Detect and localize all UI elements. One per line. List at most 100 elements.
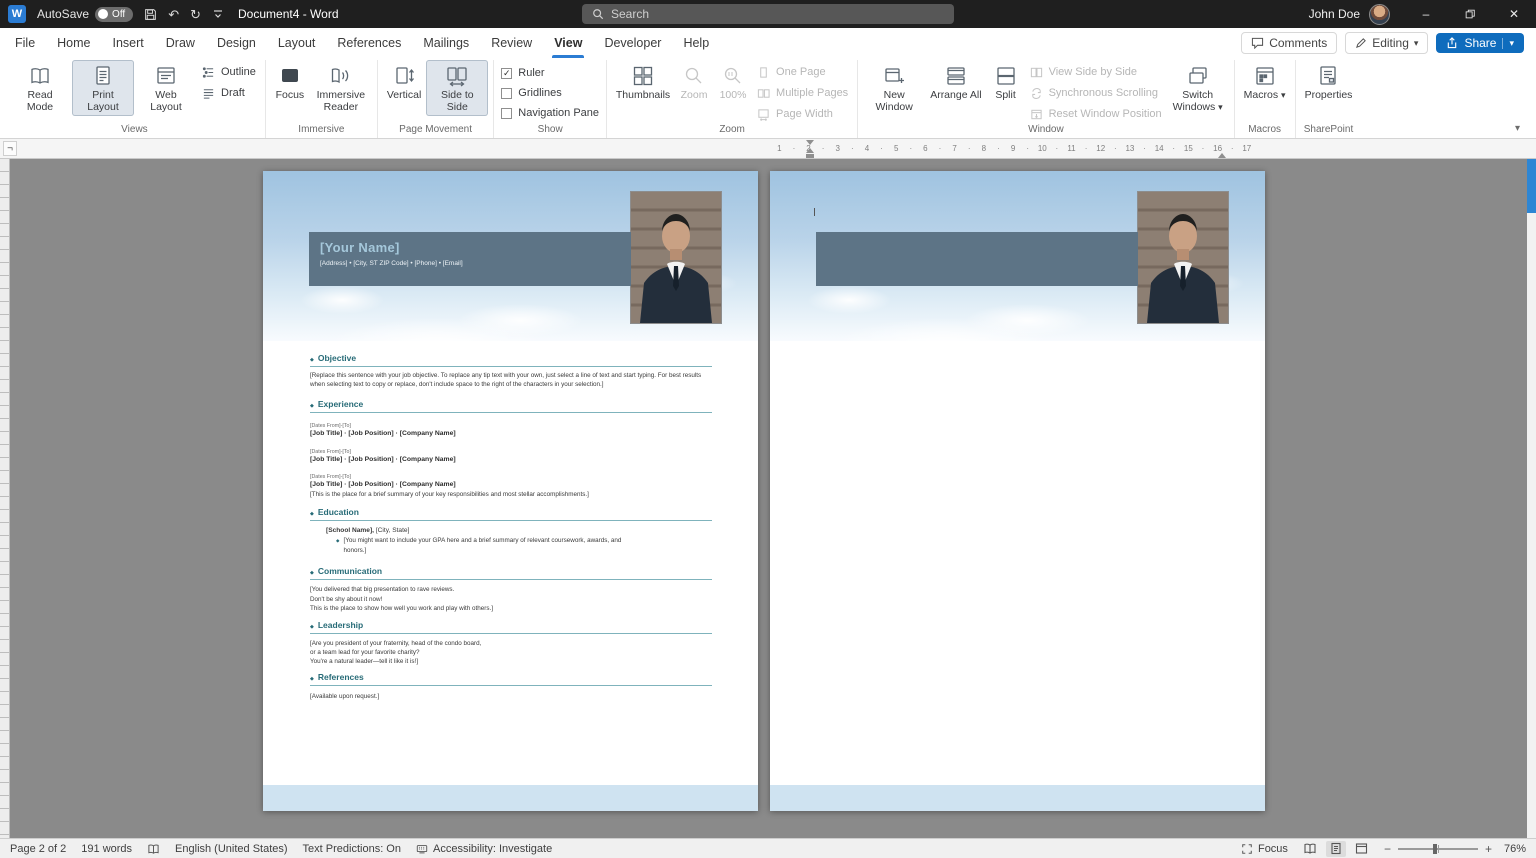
- hanging-indent-marker[interactable]: [806, 148, 814, 153]
- section-experience-heading[interactable]: ◆Experience: [310, 399, 712, 413]
- zoom-out-icon[interactable]: −: [1384, 843, 1391, 855]
- tab-draw[interactable]: Draw: [155, 28, 206, 58]
- word-count[interactable]: 191 words: [81, 843, 132, 855]
- section-objective-heading[interactable]: ◆Objective: [310, 353, 712, 367]
- leadership-text[interactable]: [Are you president of your fraternity, h…: [310, 639, 712, 667]
- tab-developer[interactable]: Developer: [593, 28, 672, 58]
- references-text[interactable]: [Available upon request.]: [310, 692, 712, 701]
- draft-button[interactable]: Draft: [198, 84, 260, 102]
- gridlines-checkbox[interactable]: Gridlines: [499, 86, 601, 100]
- objective-text[interactable]: [Replace this sentence with your job obj…: [310, 371, 712, 390]
- immersive-reader-button[interactable]: Immersive Reader: [310, 60, 372, 116]
- vertical-button[interactable]: Vertical: [383, 60, 425, 104]
- quick-access-menu-icon[interactable]: [212, 8, 224, 20]
- job-title[interactable]: [Job Title] · [Job Position] · [Company …: [310, 430, 712, 437]
- name-banner-empty[interactable]: [816, 232, 1138, 286]
- arrange-all-button[interactable]: Arrange All: [926, 60, 985, 104]
- job-title[interactable]: [Job Title] · [Job Position] · [Company …: [310, 481, 712, 488]
- collapse-ribbon-icon[interactable]: ▾: [1515, 123, 1520, 134]
- side-to-side-button[interactable]: Side to Side: [426, 60, 488, 116]
- resume-contact[interactable]: [Address] • [City, ST ZIP Code] • [Phone…: [320, 260, 620, 267]
- communication-text[interactable]: [You delivered that big presentation to …: [310, 585, 712, 613]
- autosave-toggle[interactable]: AutoSave Off: [37, 7, 133, 22]
- zoom-percentage[interactable]: 76%: [1504, 843, 1526, 855]
- horizontal-ruler[interactable]: ¬ 1·2·3·4·5·6·7·8·9·10·11·12·13·14·15·16…: [0, 139, 1536, 159]
- web-layout-view-button[interactable]: [1352, 841, 1372, 857]
- minimize-button[interactable]: –: [1404, 0, 1448, 28]
- macros-button[interactable]: Macros ▾: [1240, 60, 1290, 104]
- text-predictions-status[interactable]: Text Predictions: On: [303, 843, 401, 855]
- zoom-track[interactable]: [1398, 848, 1478, 850]
- redo-icon[interactable]: ↻: [190, 8, 201, 21]
- share-dropdown-icon[interactable]: ▾: [1502, 38, 1514, 49]
- thumbnails-button[interactable]: Thumbnails: [612, 60, 674, 104]
- tab-mailings[interactable]: Mailings: [412, 28, 480, 58]
- read-mode-view-button[interactable]: [1300, 841, 1320, 857]
- properties-button[interactable]: Properties: [1301, 60, 1357, 104]
- tab-layout[interactable]: Layout: [267, 28, 327, 58]
- page-2[interactable]: [770, 171, 1265, 811]
- outline-button[interactable]: Outline: [198, 63, 260, 81]
- close-button[interactable]: ✕: [1492, 0, 1536, 28]
- tab-review[interactable]: Review: [480, 28, 543, 58]
- job-title[interactable]: [Job Title] · [Job Position] · [Company …: [310, 456, 712, 463]
- job-entry[interactable]: [Dates From]-[To] [Job Title] · [Job Pos…: [310, 474, 712, 499]
- search-input[interactable]: [611, 7, 911, 21]
- job-dates[interactable]: [Dates From]-[To]: [310, 423, 712, 429]
- web-layout-button[interactable]: Web Layout: [135, 60, 197, 116]
- save-icon[interactable]: [144, 8, 157, 21]
- tab-help[interactable]: Help: [672, 28, 720, 58]
- resume-body[interactable]: ◆Objective [Replace this sentence with y…: [310, 351, 712, 701]
- job-entry[interactable]: [Dates From]-[To] [Job Title] · [Job Pos…: [310, 423, 712, 437]
- job-dates[interactable]: [Dates From]-[To]: [310, 449, 712, 455]
- accessibility-status[interactable]: Accessibility: Investigate: [416, 843, 552, 855]
- new-window-button[interactable]: New Window: [863, 60, 925, 116]
- tab-home[interactable]: Home: [46, 28, 101, 58]
- split-button[interactable]: Split: [987, 60, 1025, 104]
- profile-photo[interactable]: [630, 191, 722, 324]
- vertical-scrollbar[interactable]: [1527, 159, 1536, 838]
- zoom-thumb[interactable]: [1433, 844, 1437, 854]
- read-mode-button[interactable]: Read Mode: [9, 60, 71, 116]
- focus-button[interactable]: Focus: [271, 60, 309, 104]
- proofing-status[interactable]: [147, 843, 160, 855]
- avatar[interactable]: [1369, 4, 1390, 25]
- section-communication-heading[interactable]: ◆Communication: [310, 566, 712, 580]
- ruler-checkbox[interactable]: ✓ Ruler: [499, 66, 601, 80]
- page-1[interactable]: [Your Name] [Address] • [City, ST ZIP Co…: [263, 171, 758, 811]
- right-indent-marker[interactable]: [1218, 150, 1226, 158]
- left-indent-marker[interactable]: [806, 154, 814, 158]
- section-references-heading[interactable]: ◆References: [310, 672, 712, 686]
- tab-design[interactable]: Design: [206, 28, 267, 58]
- profile-photo[interactable]: [1137, 191, 1229, 324]
- print-layout-view-button[interactable]: [1326, 841, 1346, 857]
- switch-windows-button[interactable]: Switch Windows ▾: [1167, 60, 1229, 116]
- autosave-switch[interactable]: Off: [95, 7, 133, 22]
- editing-mode-button[interactable]: Editing ▾: [1345, 32, 1428, 54]
- print-layout-button[interactable]: Print Layout: [72, 60, 134, 116]
- zoom-in-icon[interactable]: +: [1485, 843, 1492, 855]
- indent-markers[interactable]: [806, 140, 815, 158]
- job-summary[interactable]: [This is the place for a brief summary o…: [310, 490, 600, 499]
- vertical-ruler[interactable]: [0, 159, 10, 838]
- tab-view[interactable]: View: [543, 28, 593, 58]
- tab-references[interactable]: References: [326, 28, 412, 58]
- zoom-slider[interactable]: − +: [1384, 843, 1492, 855]
- undo-icon[interactable]: ↶: [168, 8, 179, 21]
- job-dates[interactable]: [Dates From]-[To]: [310, 474, 712, 480]
- tab-insert[interactable]: Insert: [102, 28, 155, 58]
- resume-name[interactable]: [Your Name]: [320, 240, 620, 255]
- first-line-indent-marker[interactable]: [806, 140, 814, 145]
- name-banner[interactable]: [Your Name] [Address] • [City, ST ZIP Co…: [309, 232, 631, 286]
- comments-button[interactable]: Comments: [1241, 32, 1337, 54]
- tab-selector[interactable]: ¬: [3, 141, 17, 156]
- search-box[interactable]: [582, 4, 954, 24]
- tab-file[interactable]: File: [4, 28, 46, 58]
- share-button[interactable]: Share ▾: [1436, 33, 1524, 53]
- education-bullet[interactable]: ◆[You might want to include your GPA her…: [336, 536, 712, 555]
- section-education-heading[interactable]: ◆Education: [310, 507, 712, 521]
- scrollbar-thumb[interactable]: [1527, 159, 1536, 213]
- account-name[interactable]: John Doe: [1309, 7, 1360, 21]
- restore-button[interactable]: [1448, 0, 1492, 28]
- navigation-pane-checkbox[interactable]: Navigation Pane: [499, 106, 601, 120]
